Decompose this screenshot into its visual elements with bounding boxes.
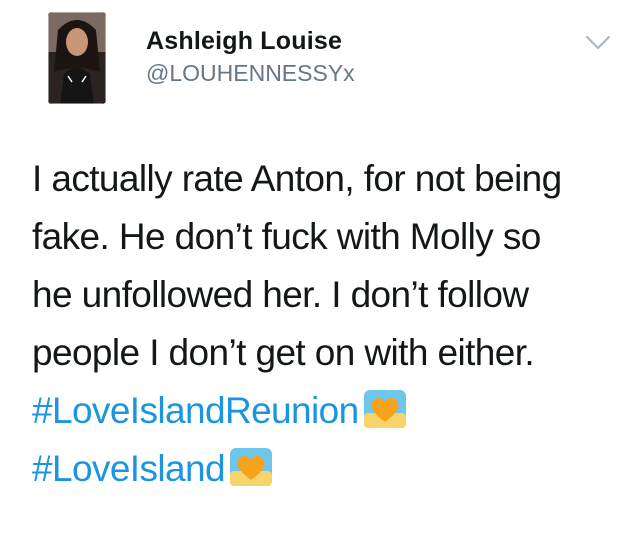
hashtag-link-loveisland[interactable]: #LoveIsland — [32, 448, 226, 489]
display-name[interactable]: Ashleigh Louise — [146, 26, 355, 56]
tweet-text-line: I actually rate Anton, for not being — [32, 158, 562, 199]
tweet-text: I actually rate Anton, for not being fak… — [32, 150, 632, 498]
avatar[interactable] — [48, 12, 106, 104]
tweet-text-line: fake. He don’t fuck with Molly so — [32, 216, 541, 257]
chevron-down-icon[interactable] — [585, 34, 611, 52]
tweet-text-line: people I don’t get on with either. — [32, 332, 535, 373]
sunrise-heart-icon — [229, 446, 273, 486]
sunrise-heart-icon — [363, 388, 407, 428]
user-handle[interactable]: @LOUHENNESSYx — [146, 58, 355, 88]
hashtag-line: #LoveIslandReunion — [32, 382, 632, 440]
hashtag-line: #LoveIsland — [32, 440, 632, 498]
tweet-text-line: he unfollowed her. I don’t follow — [32, 274, 529, 315]
author-info: Ashleigh Louise @LOUHENNESSYx — [146, 26, 355, 88]
profile-photo-icon — [48, 12, 106, 104]
tweet-card: Ashleigh Louise @LOUHENNESSYx I actually… — [0, 0, 640, 539]
hashtag-link-loveislandreunion[interactable]: #LoveIslandReunion — [32, 390, 359, 431]
